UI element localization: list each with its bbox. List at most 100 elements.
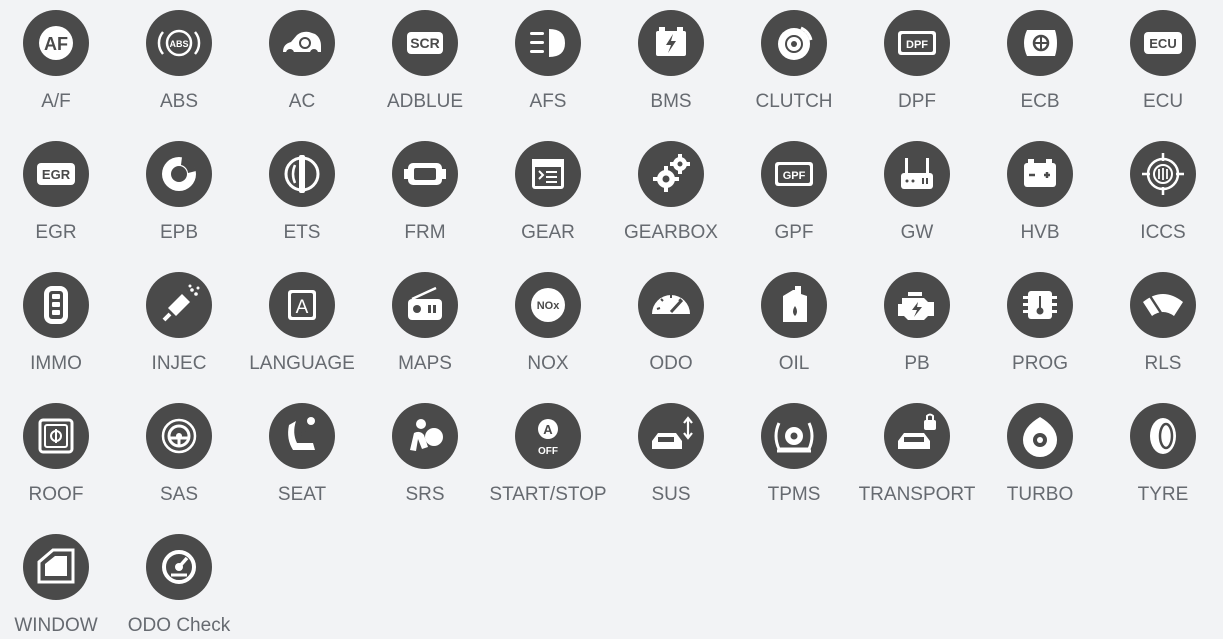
egr-icon: EGR <box>23 141 89 207</box>
function-tile-abs[interactable]: ABS ABS <box>114 5 244 115</box>
function-tile-turbo[interactable]: TURBO <box>975 398 1105 508</box>
function-tile-odo-check[interactable]: ODO Check <box>114 529 244 639</box>
icon-text: DPF <box>906 39 928 51</box>
ac-icon <box>269 10 335 76</box>
icon-text: EGR <box>42 167 71 182</box>
function-tile-tpms[interactable]: TPMS <box>729 398 859 508</box>
chip-icon <box>1007 272 1073 338</box>
function-tile-iccs[interactable]: ICCS <box>1098 136 1223 246</box>
tpms-icon <box>761 403 827 469</box>
router-icon <box>884 141 950 207</box>
target-icon <box>1130 141 1196 207</box>
function-label: ECU <box>1142 91 1184 112</box>
battery-icon <box>1007 141 1073 207</box>
oil-can-icon <box>761 272 827 338</box>
gpf-icon: GPF <box>761 141 827 207</box>
function-tile-epb[interactable]: EPB <box>114 136 244 246</box>
gear-screen-icon <box>515 141 581 207</box>
function-tile-afs[interactable]: AFS <box>483 5 613 115</box>
icon-text: NOx <box>537 300 561 312</box>
function-tile-prog[interactable]: PROG <box>975 267 1105 377</box>
function-label: ODO Check <box>127 615 231 636</box>
function-tile-seat[interactable]: SEAT <box>237 398 367 508</box>
function-label: RLS <box>1144 353 1182 374</box>
airbag-icon <box>392 403 458 469</box>
function-tile-ecb[interactable]: ECB <box>975 5 1105 115</box>
ecu-icon: ECU <box>1130 10 1196 76</box>
seat-icon <box>269 403 335 469</box>
headlight-icon <box>515 10 581 76</box>
function-tile-clutch[interactable]: CLUTCH <box>729 5 859 115</box>
cogs-icon <box>638 141 704 207</box>
function-tile-hvb[interactable]: HVB <box>975 136 1105 246</box>
function-tile-gw[interactable]: GW <box>852 136 982 246</box>
injector-icon <box>146 272 212 338</box>
function-tile-srs[interactable]: SRS <box>360 398 490 508</box>
brake-disc-icon <box>146 141 212 207</box>
svg-text:AF: AF <box>44 34 68 54</box>
turbo-icon <box>1007 403 1073 469</box>
radio-icon <box>392 272 458 338</box>
scr-icon: SCR <box>392 10 458 76</box>
function-tile-frm[interactable]: FRM <box>360 136 490 246</box>
tyre-icon <box>1130 403 1196 469</box>
odo-check-icon <box>146 534 212 600</box>
function-tile-gpf[interactable]: GPF GPF <box>729 136 859 246</box>
dpf-icon: DPF <box>884 10 950 76</box>
function-tile-tyre[interactable]: TYRE <box>1098 398 1223 508</box>
function-grid: AF A/F ABS ABS AC SCR ADBLUE AFS BMS CLUTCH… <box>0 0 1223 636</box>
clutch-icon <box>761 10 827 76</box>
function-tile-a-f[interactable]: AF A/F <box>0 5 121 115</box>
function-tile-maps[interactable]: MAPS <box>360 267 490 377</box>
function-tile-bms[interactable]: BMS <box>606 5 736 115</box>
function-tile-ac[interactable]: AC <box>237 5 367 115</box>
function-tile-immo[interactable]: IMMO <box>0 267 121 377</box>
engine-icon <box>884 272 950 338</box>
function-tile-language[interactable]: A LANGUAGE <box>237 267 367 377</box>
sunroof-icon <box>23 403 89 469</box>
icon-text: ECU <box>1149 36 1176 51</box>
function-tile-ets[interactable]: ETS <box>237 136 367 246</box>
function-tile-nox[interactable]: NOx NOX <box>483 267 613 377</box>
icon-text: GPF <box>783 170 806 182</box>
icon-text: SCR <box>410 35 440 51</box>
key-fob-icon <box>23 272 89 338</box>
function-tile-transport[interactable]: TRANSPORT <box>852 398 982 508</box>
ecb-icon <box>1007 10 1073 76</box>
language-icon: A <box>269 272 335 338</box>
function-tile-gearbox[interactable]: GEARBOX <box>606 136 736 246</box>
wiper-icon <box>1130 272 1196 338</box>
function-tile-injec[interactable]: INJEC <box>114 267 244 377</box>
start-stop-icon: A OFF <box>515 403 581 469</box>
function-tile-gear[interactable]: GEAR <box>483 136 613 246</box>
speedometer-icon <box>638 272 704 338</box>
steering-icon <box>146 403 212 469</box>
throttle-icon <box>269 141 335 207</box>
function-label: TYRE <box>1137 484 1189 505</box>
function-tile-rls[interactable]: RLS <box>1098 267 1223 377</box>
function-tile-sus[interactable]: SUS <box>606 398 736 508</box>
car-lock-icon <box>884 403 950 469</box>
battery-charge-icon <box>638 10 704 76</box>
icon-text: A <box>296 297 309 318</box>
function-tile-egr[interactable]: EGR EGR <box>0 136 121 246</box>
function-tile-ecu[interactable]: ECU ECU <box>1098 5 1223 115</box>
function-tile-dpf[interactable]: DPF DPF <box>852 5 982 115</box>
function-tile-window[interactable]: WINDOW <box>0 529 121 639</box>
function-tile-start-stop[interactable]: A OFF START/STOP <box>483 398 613 508</box>
icon-text-off: OFF <box>538 446 558 457</box>
svg-text:ABS: ABS <box>169 39 188 49</box>
function-tile-pb[interactable]: PB <box>852 267 982 377</box>
icon-text: A <box>543 422 553 437</box>
function-tile-roof[interactable]: ROOF <box>0 398 121 508</box>
function-tile-sas[interactable]: SAS <box>114 398 244 508</box>
window-icon <box>23 534 89 600</box>
abs-icon: ABS <box>146 10 212 76</box>
nox-icon: NOx <box>515 272 581 338</box>
suspension-icon <box>638 403 704 469</box>
function-tile-adblue[interactable]: SCR ADBLUE <box>360 5 490 115</box>
af-icon: AF <box>23 10 89 76</box>
module-icon <box>392 141 458 207</box>
function-tile-oil[interactable]: OIL <box>729 267 859 377</box>
function-tile-odo[interactable]: ODO <box>606 267 736 377</box>
